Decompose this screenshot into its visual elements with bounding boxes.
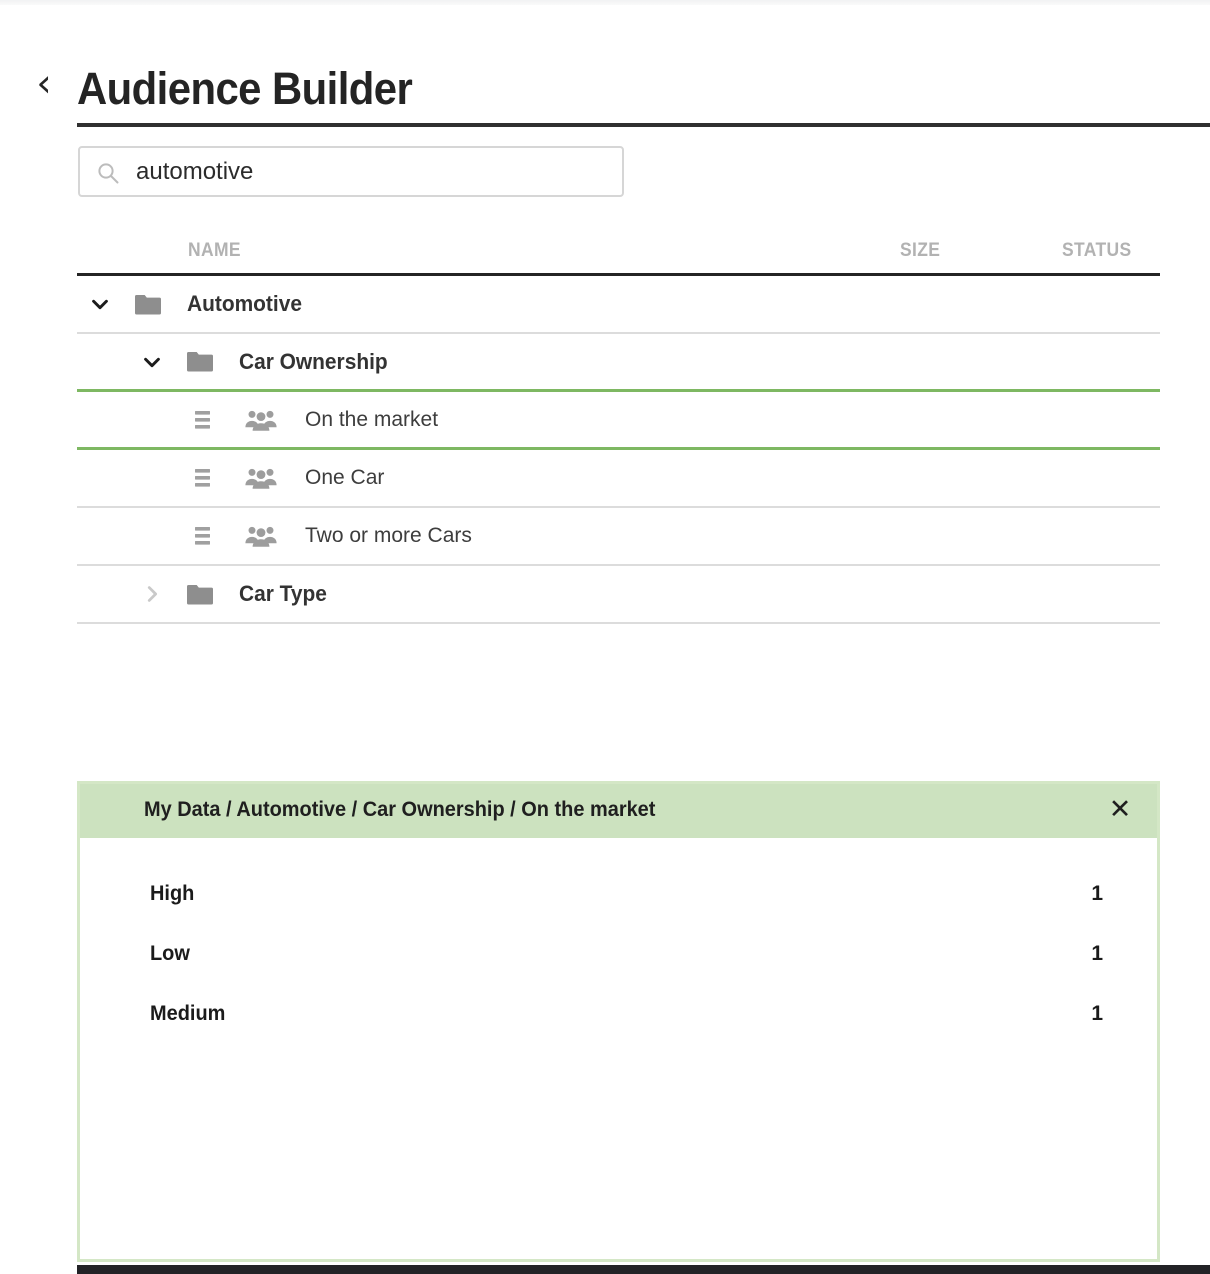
stat-value: 1 (1091, 882, 1103, 905)
audience-builder-page: ‹ Audience Builder NAME SIZE STATUS (0, 0, 1210, 1274)
column-header-status[interactable]: STATUS (1062, 240, 1132, 262)
people-group-icon (245, 467, 277, 489)
chevron-right-icon[interactable] (141, 583, 163, 605)
breadcrumb: My Data / Automotive / Car Ownership / O… (144, 798, 656, 821)
search-input[interactable] (134, 148, 618, 195)
table-row[interactable]: Car Ownership (77, 334, 1160, 392)
page-title: Audience Builder (77, 63, 413, 114)
table-row[interactable]: Automotive (77, 276, 1160, 334)
row-label: Car Type (239, 581, 327, 606)
detail-panel-header: My Data / Automotive / Car Ownership / O… (80, 784, 1157, 838)
search-icon (96, 161, 120, 185)
row-label: One Car (305, 466, 385, 489)
column-header-name[interactable]: NAME (188, 240, 241, 262)
stat-label: High (150, 882, 195, 905)
stat-row: Medium 1 (150, 1002, 1103, 1034)
stat-value: 1 (1091, 942, 1103, 965)
window-top-strip (0, 0, 1210, 5)
row-label: Car Ownership (239, 348, 388, 374)
folder-icon (187, 584, 213, 605)
drag-handle-icon[interactable] (195, 410, 210, 430)
people-group-icon (245, 409, 277, 431)
folder-icon (135, 294, 161, 315)
drag-handle-icon[interactable] (195, 468, 210, 488)
search-field-wrapper[interactable] (78, 146, 624, 197)
chevron-down-icon[interactable] (141, 351, 163, 373)
drag-handle-icon[interactable] (195, 526, 210, 546)
people-group-icon (245, 525, 277, 547)
chevron-down-icon[interactable] (89, 293, 111, 315)
row-label: On the market (305, 407, 439, 431)
table-row[interactable]: Car Type (77, 566, 1160, 624)
folder-icon (187, 351, 213, 372)
stat-value: 1 (1091, 1002, 1103, 1025)
stat-label: Low (150, 942, 190, 965)
detail-panel-body: High 1 Low 1 Medium 1 (80, 838, 1157, 1259)
bottom-bar (0, 1265, 1210, 1274)
table-row[interactable]: On the market (77, 392, 1160, 450)
table-row[interactable]: Two or more Cars (77, 508, 1160, 566)
close-icon[interactable]: ✕ (1105, 795, 1135, 825)
segment-detail-panel: My Data / Automotive / Car Ownership / O… (77, 781, 1160, 1262)
page-header: ‹ Audience Builder (0, 30, 1210, 127)
column-header-size[interactable]: SIZE (900, 240, 940, 262)
row-label: Automotive (187, 291, 302, 316)
row-label: Two or more Cars (305, 524, 472, 547)
chevron-left-icon[interactable]: ‹ (31, 64, 57, 102)
stat-row: High 1 (150, 882, 1103, 914)
segment-tree-table: NAME SIZE STATUS Automotive Car Ownershi… (77, 240, 1160, 624)
title-divider (77, 123, 1210, 127)
table-header-row: NAME SIZE STATUS (77, 240, 1160, 273)
stat-label: Medium (150, 1002, 226, 1025)
bottom-bar-left-gap (0, 1265, 77, 1274)
stat-row: Low 1 (150, 942, 1103, 974)
table-row[interactable]: One Car (77, 450, 1160, 508)
